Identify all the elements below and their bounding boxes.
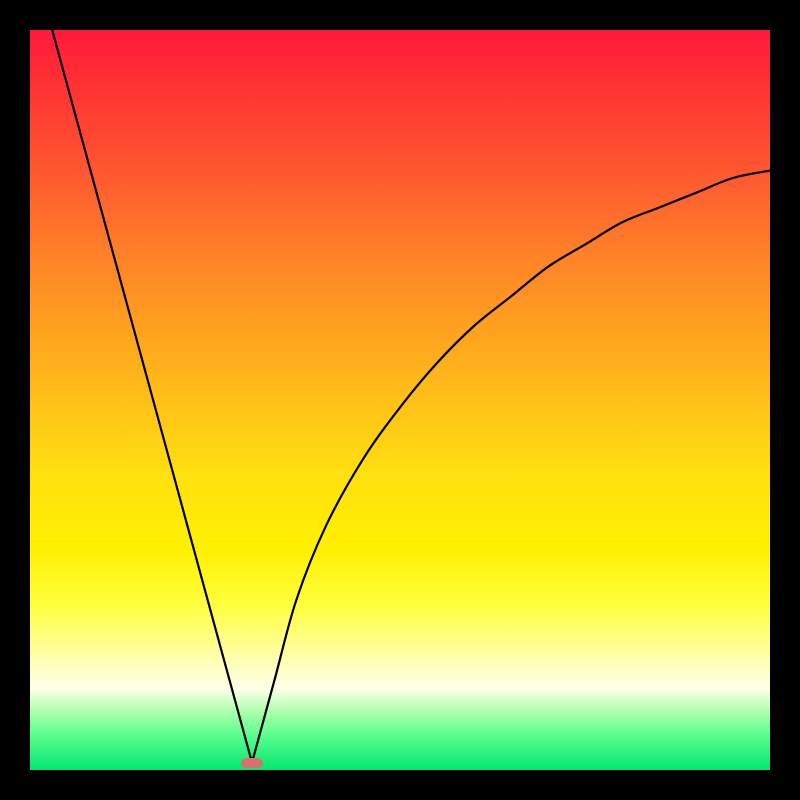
min-marker <box>241 758 263 768</box>
chart-frame: .TheBottleneck.com <box>0 0 800 800</box>
curve-svg <box>30 30 770 770</box>
plot-area <box>30 30 770 770</box>
bottleneck-curve <box>52 30 770 763</box>
watermark-text: .TheBottleneck.com <box>574 6 768 29</box>
